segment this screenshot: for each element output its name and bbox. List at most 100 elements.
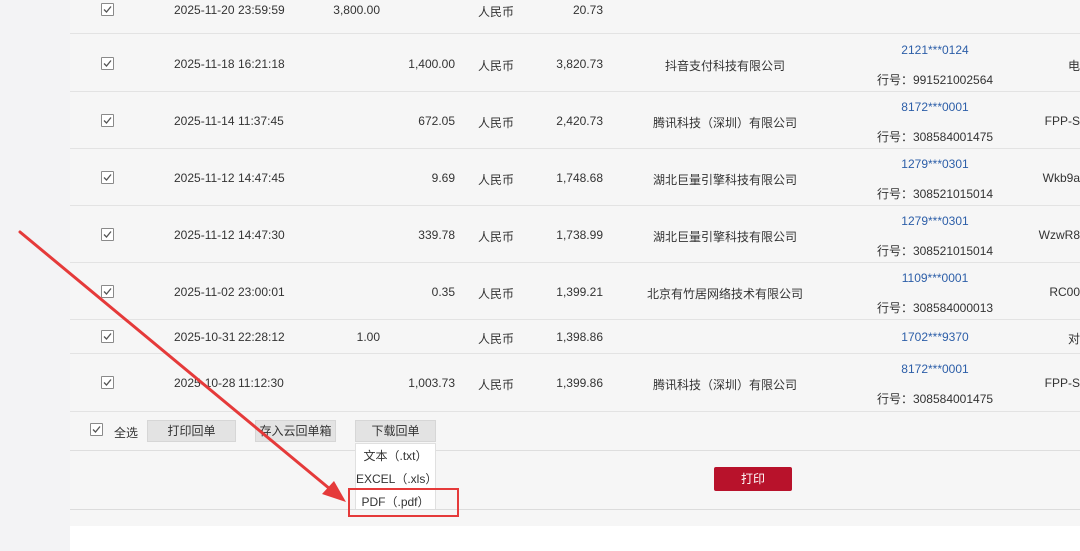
date-cell: 2025-11-20	[174, 3, 235, 17]
balance-cell: 20.73	[572, 3, 603, 17]
left-margin	[0, 0, 70, 551]
row-checkbox[interactable]	[101, 376, 114, 389]
row-checkbox[interactable]	[101, 171, 114, 184]
divider	[70, 450, 1080, 451]
date-cell: 2025-11-14	[174, 114, 235, 128]
bank-number-cell: 行号：308584000013	[876, 301, 994, 315]
bank-number-cell: 行号：308584001475	[876, 130, 994, 144]
check-icon	[103, 174, 112, 181]
menu-item-excel[interactable]: EXCEL（.xls）	[356, 468, 437, 490]
expense-cell: 1,003.73	[408, 376, 455, 390]
currency-cell: 人民币	[478, 59, 515, 73]
check-icon	[103, 288, 112, 295]
balance-cell: 1,398.86	[556, 330, 603, 344]
account-cell[interactable]: 1109***0001	[850, 271, 1020, 285]
row-checkbox[interactable]	[101, 228, 114, 241]
select-all-checkbox[interactable]	[90, 423, 103, 436]
account-cell[interactable]: 1279***0301	[850, 214, 1020, 228]
counterparty-cell: 抖音支付科技有限公司	[664, 59, 785, 73]
table-row: 2025-11-02 23:00:01 0.35 人民币 1,399.21 北京有竹居网络…	[70, 263, 1080, 320]
time-cell: 23:00:01	[238, 285, 285, 299]
date-cell: 2025-11-18	[174, 57, 235, 71]
time-cell: 14:47:30	[238, 228, 285, 242]
table-row: 2025-10-31 22:28:12 1.00 人民币 1,398.86 1702***…	[70, 320, 1080, 354]
check-icon	[103, 231, 112, 238]
row-checkbox[interactable]	[101, 114, 114, 127]
balance-cell: 1,399.86	[556, 376, 603, 390]
expense-cell: 672.05	[418, 114, 455, 128]
balance-cell: 1,748.68	[556, 171, 603, 185]
account-cell[interactable]: 1279***0301	[850, 157, 1020, 171]
time-cell: 22:28:12	[238, 330, 285, 344]
bank-number-cell: 行号：991521002564	[876, 73, 994, 87]
table-footer-bar: 全选 打印回单 存入云回单箱 下载回单	[70, 412, 1080, 450]
counterparty-cell: 湖北巨量引擎科技有限公司	[652, 230, 797, 244]
note-cell: WzwR8	[1038, 228, 1080, 242]
expense-cell: 9.69	[431, 171, 455, 185]
date-cell: 2025-10-31	[174, 330, 236, 344]
table-row: 2025-10-28 11:12:30 1,003.73 人民币 1,399.86 腾讯科…	[70, 354, 1080, 412]
bank-number-cell: 行号：308584001475	[876, 392, 994, 406]
row-checkbox[interactable]	[101, 285, 114, 298]
account-cell[interactable]: 1702***9370	[850, 330, 1020, 344]
transaction-table-panel: 2025-11-20 23:59:59 3,800.00 人民币 20.73 2025-1…	[70, 0, 1080, 510]
table-row: 2025-11-20 23:59:59 3,800.00 人民币 20.73	[70, 0, 1080, 34]
table-row: 2025-11-12 14:47:30 339.78 人民币 1,738.99 湖北巨量引…	[70, 206, 1080, 263]
note-cell: 对	[1067, 332, 1080, 346]
check-icon	[103, 60, 112, 67]
date-cell: 2025-10-28	[174, 376, 236, 390]
currency-cell: 人民币	[478, 5, 515, 19]
account-cell[interactable]: 2121***0124	[850, 43, 1020, 57]
counterparty-cell: 北京有竹居网络技术有限公司	[646, 287, 803, 301]
save-cloud-receipt-button[interactable]: 存入云回单箱	[255, 420, 336, 442]
balance-cell: 1,399.21	[556, 285, 603, 299]
expense-cell: 0.35	[431, 285, 455, 299]
time-cell: 23:59:59	[238, 3, 285, 17]
row-checkbox[interactable]	[101, 330, 114, 343]
currency-cell: 人民币	[478, 230, 515, 244]
select-all-label: 全选	[114, 426, 139, 440]
check-icon	[92, 426, 101, 433]
date-cell: 2025-11-12	[174, 228, 235, 242]
currency-cell: 人民币	[478, 173, 515, 187]
check-icon	[103, 117, 112, 124]
panel-bottom-area	[70, 510, 1080, 526]
table-row: 2025-11-18 16:21:18 1,400.00 人民币 3,820.73 抖音支…	[70, 35, 1080, 92]
balance-cell: 1,738.99	[556, 228, 603, 242]
check-icon	[103, 333, 112, 340]
menu-item-txt[interactable]: 文本（.txt）	[356, 445, 435, 467]
note-cell: FPP-S	[1044, 376, 1080, 390]
time-cell: 14:47:45	[238, 171, 285, 185]
note-cell: RC00	[1049, 285, 1080, 299]
pdf-highlight-annotation	[348, 488, 459, 517]
print-button[interactable]: 打印	[714, 467, 792, 491]
expense-cell: 339.78	[418, 228, 455, 242]
account-cell[interactable]: 8172***0001	[850, 100, 1020, 114]
bank-number-cell: 行号：308521015014	[876, 187, 994, 201]
income-cell: 3,800.00	[333, 3, 380, 17]
note-cell: Wkb9a	[1042, 171, 1080, 185]
date-cell: 2025-11-02	[174, 285, 235, 299]
counterparty-cell: 湖北巨量引擎科技有限公司	[652, 173, 797, 187]
row-checkbox[interactable]	[101, 57, 114, 70]
currency-cell: 人民币	[478, 332, 515, 346]
account-cell[interactable]: 8172***0001	[850, 362, 1020, 376]
balance-cell: 2,420.73	[556, 114, 603, 128]
time-cell: 11:37:45	[238, 114, 284, 128]
check-icon	[103, 6, 112, 13]
currency-cell: 人民币	[478, 287, 515, 301]
time-cell: 16:21:18	[238, 57, 285, 71]
note-cell: 电	[1067, 59, 1080, 73]
counterparty-cell: 腾讯科技（深圳）有限公司	[652, 378, 797, 392]
check-icon	[103, 379, 112, 386]
currency-cell: 人民币	[478, 116, 515, 130]
note-cell: FPP-S	[1044, 114, 1080, 128]
counterparty-cell: 腾讯科技（深圳）有限公司	[652, 116, 797, 130]
bank-number-cell: 行号：308521015014	[876, 244, 994, 258]
print-receipt-button[interactable]: 打印回单	[147, 420, 236, 442]
row-checkbox[interactable]	[101, 3, 114, 16]
balance-cell: 3,820.73	[556, 57, 603, 71]
download-receipt-button[interactable]: 下载回单	[355, 420, 436, 442]
income-cell: 1.00	[356, 330, 380, 344]
table-row: 2025-11-12 14:47:45 9.69 人民币 1,748.68 湖北巨量引擎科…	[70, 149, 1080, 206]
